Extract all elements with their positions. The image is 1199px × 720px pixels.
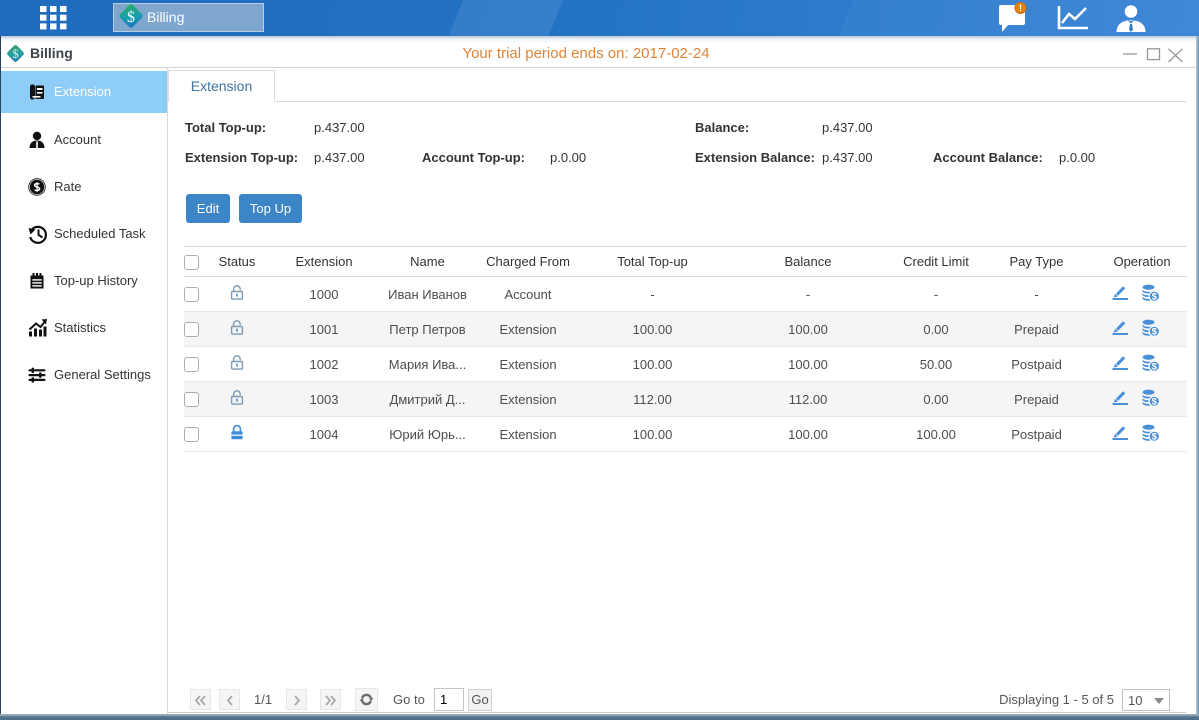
svg-text:$: $: [12, 47, 18, 61]
svg-text:$: $: [127, 9, 135, 26]
svg-text:!: !: [1019, 3, 1022, 13]
